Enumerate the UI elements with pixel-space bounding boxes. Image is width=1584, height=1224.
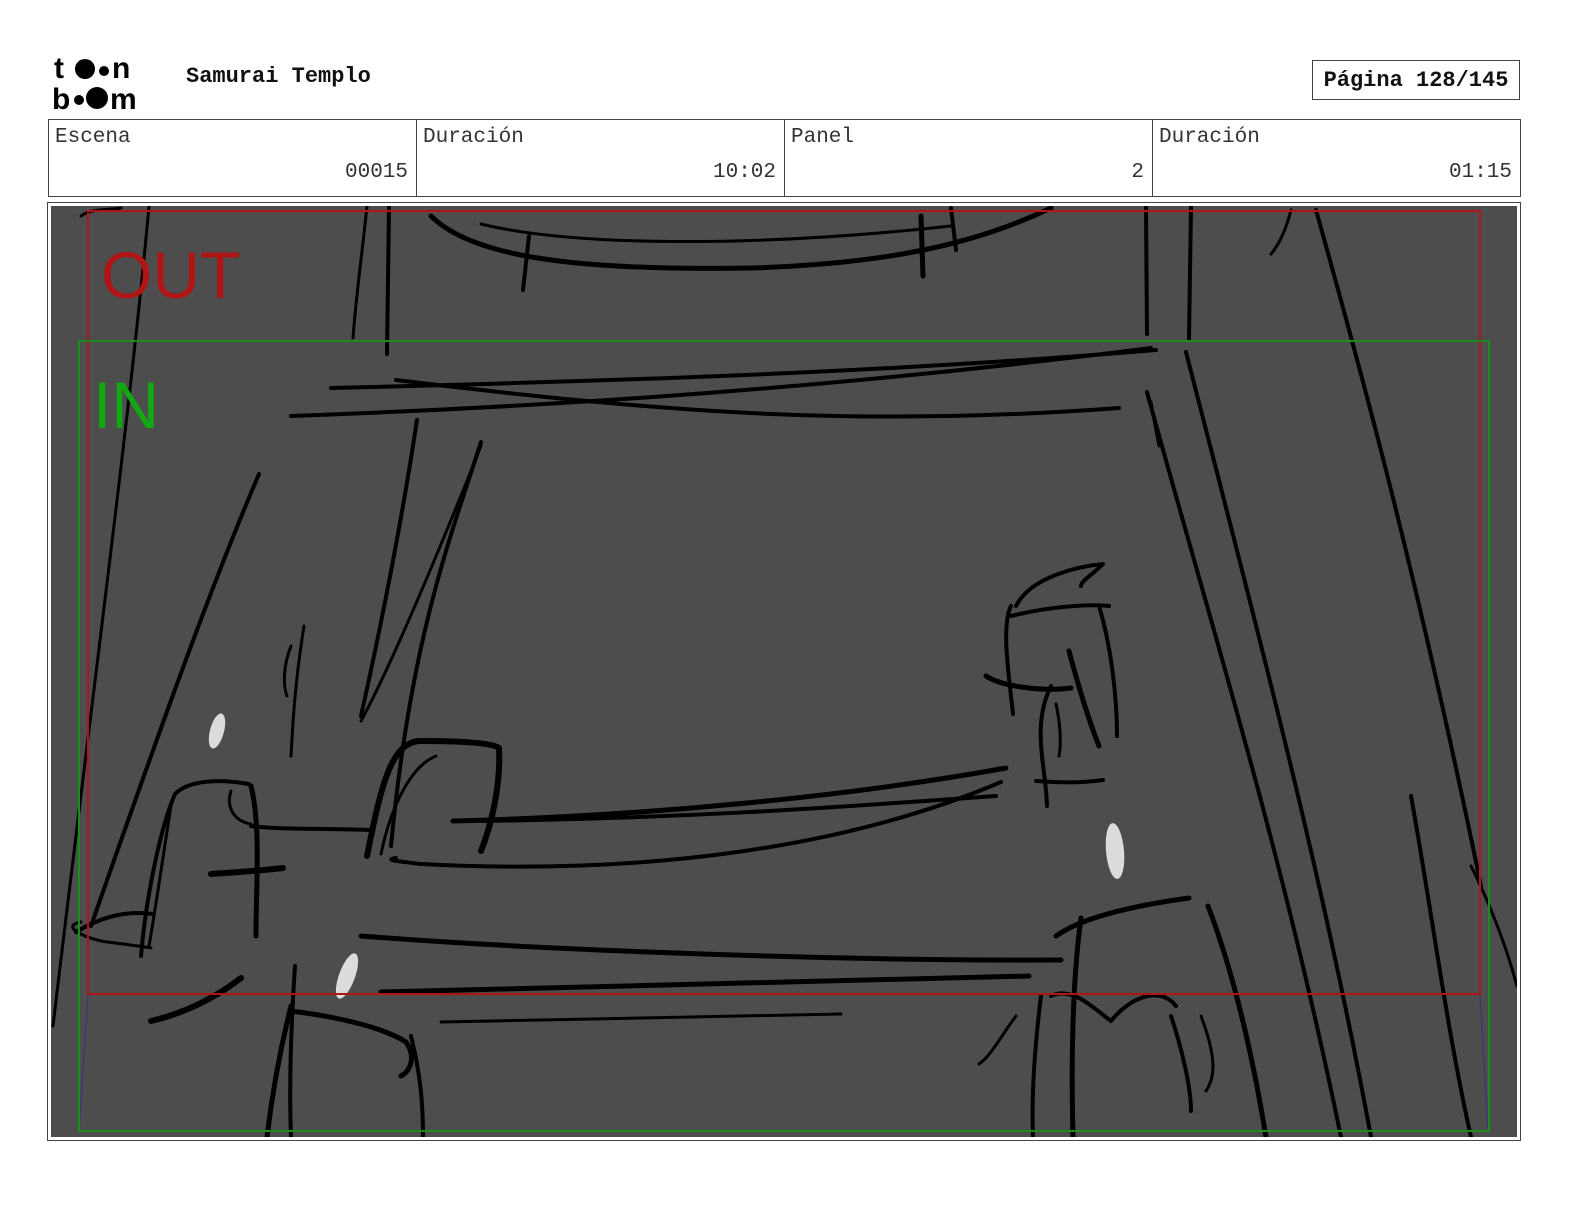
panel-value: 2 (1131, 161, 1144, 184)
svg-text:b: b (52, 83, 70, 112)
panel-duration-value: 01:15 (1448, 161, 1512, 184)
svg-text:n: n (112, 52, 130, 85)
panel-duration-cell: Duración 01:15 (1153, 120, 1520, 196)
panel-label: Panel (791, 126, 855, 149)
svg-text:t: t (54, 52, 64, 85)
svg-text:m: m (110, 83, 137, 112)
scene-duration-cell: Duración 10:02 (417, 120, 785, 196)
project-title: Samurai Templo (186, 64, 371, 89)
storyboard-panel-sketch: OUT IN (51, 206, 1517, 1137)
out-label: OUT (101, 238, 240, 312)
panel-cell: Panel 2 (785, 120, 1153, 196)
scene-duration-value: 10:02 (712, 161, 776, 184)
toon-boom-logo: t n b m (52, 52, 137, 112)
page-indicator: Página 128/145 (1312, 60, 1520, 100)
scene-value: 00015 (344, 161, 408, 184)
in-label: IN (93, 368, 159, 442)
scene-duration-label: Duración (423, 126, 524, 149)
scene-info-table: Escena 00015 Duración 10:02 Panel 2 Dura… (48, 119, 1521, 197)
panel-duration-label: Duración (1159, 126, 1260, 149)
panel-background (51, 206, 1517, 1137)
scene-label: Escena (55, 126, 131, 149)
scene-cell: Escena 00015 (49, 120, 417, 196)
